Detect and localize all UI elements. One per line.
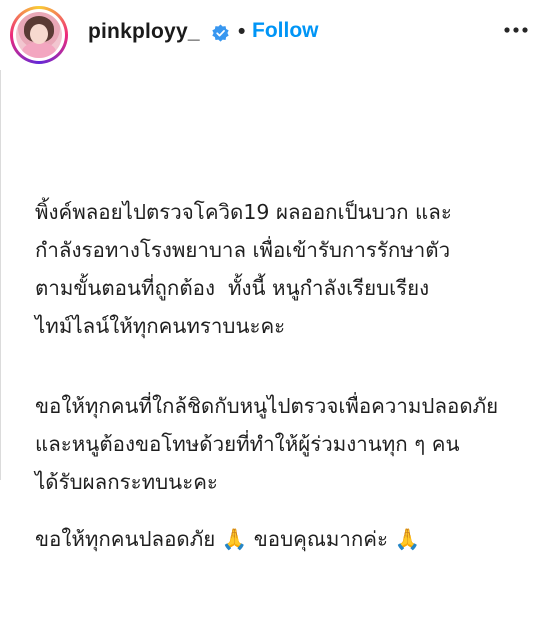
caption-line: ตามขั้นตอนที่ถูกต้อง ทั้งนี้ หนูกำลังเรี… bbox=[35, 276, 430, 300]
caption-line: พิ้งค์พลอยไปตรวจโควิด19 ผลออกเป็นบวก และ bbox=[35, 200, 452, 224]
verified-badge-icon bbox=[212, 24, 229, 42]
caption-line: ไทม์ไลน์ให้ทุกคนทราบนะคะ bbox=[35, 314, 286, 338]
caption-line: ขอให้ทุกคนที่ใกล้ชิดกับหนูไปตรวจเพื่อควา… bbox=[35, 394, 499, 418]
caption-line: ได้รับผลกระทบนะคะ bbox=[35, 470, 218, 494]
caption-paragraph: พิ้งค์พลอยไปตรวจโควิด19 ผลออกเป็นบวก และ… bbox=[35, 193, 452, 345]
caption-line: กำลังรอทางโรงพยาบาล เพื่อเข้ารับการรักษา… bbox=[35, 238, 451, 262]
follow-button[interactable]: Follow bbox=[252, 19, 319, 43]
avatar[interactable] bbox=[10, 6, 68, 64]
more-options-icon[interactable] bbox=[503, 17, 529, 43]
username-link[interactable]: pinkployy_ bbox=[88, 20, 200, 44]
caption-paragraph: ขอให้ทุกคนที่ใกล้ชิดกับหนูไปตรวจเพื่อควา… bbox=[35, 387, 498, 501]
caption-line: ขอให้ทุกคนปลอดภัย 🙏 ขอบคุณมากค่ะ 🙏 bbox=[35, 527, 421, 551]
left-divider bbox=[0, 70, 1, 480]
caption-line: และหนูต้องขอโทษด้วยที่ทำให้ผู้ร่วมงานทุก… bbox=[35, 432, 460, 456]
separator-dot: • bbox=[238, 20, 246, 43]
avatar-image bbox=[16, 12, 62, 58]
caption-paragraph: ขอให้ทุกคนปลอดภัย 🙏 ขอบคุณมากค่ะ 🙏 bbox=[35, 520, 420, 558]
post-header: pinkployy_ • Follow bbox=[0, 0, 552, 70]
